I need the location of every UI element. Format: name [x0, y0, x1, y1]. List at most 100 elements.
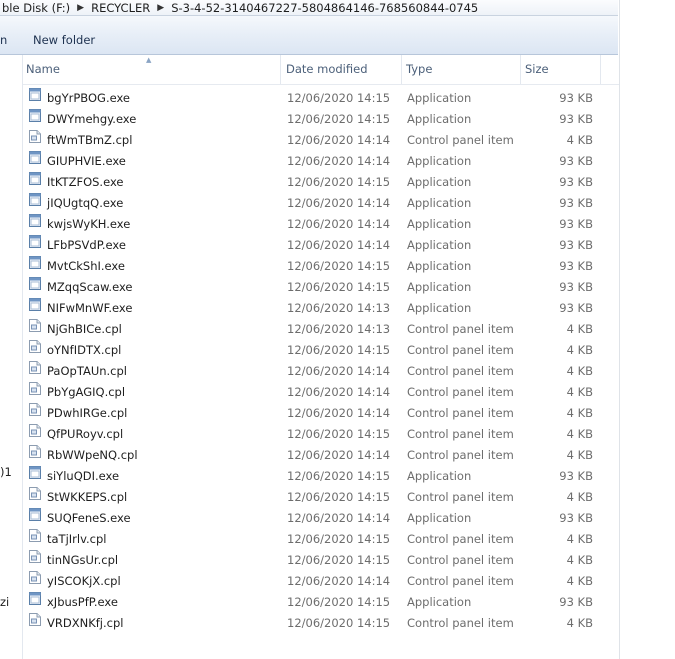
- file-size: 4 KB: [566, 133, 593, 147]
- file-row[interactable]: bgYrPBOG.exe 12/06/2020 14:15 Application 9…: [23, 88, 619, 109]
- file-date-modified: 12/06/2020 14:14: [287, 448, 391, 462]
- file-size: 4 KB: [566, 532, 593, 546]
- file-row[interactable]: MvtCkShI.exe 12/06/2020 14:15 Application 9…: [23, 256, 619, 277]
- exe-icon: [29, 151, 41, 164]
- exe-icon: [29, 508, 41, 521]
- file-type: Control panel item: [407, 364, 514, 378]
- file-date-modified: 12/06/2020 14:14: [287, 406, 391, 420]
- file-row[interactable]: oYNfIDTX.cpl 12/06/2020 14:15 Control pane…: [23, 340, 619, 361]
- file-name[interactable]: siYluQDI.exe: [47, 466, 119, 487]
- file-date-modified: 12/06/2020 14:15: [287, 280, 391, 294]
- column-header-type[interactable]: Type: [403, 55, 521, 84]
- column-header-date[interactable]: Date modified: [283, 55, 402, 84]
- cpl-icon: [29, 487, 41, 500]
- file-date-modified: 12/06/2020 14:13: [287, 301, 391, 315]
- file-name[interactable]: RbWWpeNQ.cpl: [47, 445, 138, 466]
- file-row[interactable]: StWKKEPS.cpl 12/06/2020 14:15 Control pane…: [23, 487, 619, 508]
- file-name[interactable]: taTjIrlv.cpl: [47, 529, 106, 550]
- cpl-icon: [29, 445, 41, 458]
- file-row[interactable]: kwjsWyKH.exe 12/06/2020 14:14 Application 9…: [23, 214, 619, 235]
- file-type: Application: [407, 217, 472, 231]
- file-row[interactable]: DWYmehgy.exe 12/06/2020 14:15 Application 9…: [23, 109, 619, 130]
- file-name[interactable]: VRDXNKfj.cpl: [47, 613, 123, 634]
- file-type: Control panel item: [407, 133, 514, 147]
- breadcrumb-separator-icon[interactable]: ▶: [152, 3, 169, 13]
- file-row[interactable]: VRDXNKfj.cpl 12/06/2020 14:15 Control pane…: [23, 613, 619, 634]
- file-name[interactable]: QfPURoyv.cpl: [47, 424, 123, 445]
- file-date-modified: 12/06/2020 14:14: [287, 574, 391, 588]
- file-row[interactable]: SUQFeneS.exe 12/06/2020 14:14 Application 9…: [23, 508, 619, 529]
- file-name[interactable]: oYNfIDTX.cpl: [47, 340, 121, 361]
- file-name[interactable]: NjGhBICe.cpl: [47, 319, 122, 340]
- file-name[interactable]: bgYrPBOG.exe: [47, 88, 130, 109]
- file-date-modified: 12/06/2020 14:15: [287, 595, 391, 609]
- navigation-pane[interactable]: )1 zi: [0, 55, 23, 659]
- file-name[interactable]: PaOpTAUn.cpl: [47, 361, 127, 382]
- breadcrumb-drive[interactable]: ble Disk (F:): [0, 1, 72, 15]
- file-row[interactable]: siYluQDI.exe 12/06/2020 14:15 Application 9…: [23, 466, 619, 487]
- nav-item-partial[interactable]: zi: [0, 595, 9, 609]
- file-size: 4 KB: [566, 427, 593, 441]
- column-header-name-label: Name: [26, 62, 60, 76]
- file-row[interactable]: yISCOKjX.cpl 12/06/2020 14:14 Control pane…: [23, 571, 619, 592]
- toolbar-item-partial[interactable]: n: [0, 33, 7, 47]
- nav-item-partial[interactable]: )1: [0, 465, 12, 479]
- file-row[interactable]: PaOpTAUn.cpl 12/06/2020 14:14 Control pane…: [23, 361, 619, 382]
- file-name[interactable]: tinNGsUr.cpl: [47, 550, 118, 571]
- file-name[interactable]: kwjsWyKH.exe: [47, 214, 130, 235]
- file-row[interactable]: xJbusPfP.exe 12/06/2020 14:15 Application 9…: [23, 592, 619, 613]
- file-name[interactable]: PDwhIRGe.cpl: [47, 403, 127, 424]
- cpl-icon: [29, 319, 41, 332]
- file-row[interactable]: NIFwMnWF.exe 12/06/2020 14:13 Application 9…: [23, 298, 619, 319]
- file-row[interactable]: RbWWpeNQ.cpl 12/06/2020 14:14 Control pane…: [23, 445, 619, 466]
- file-name[interactable]: SUQFeneS.exe: [47, 508, 131, 529]
- file-name[interactable]: DWYmehgy.exe: [47, 109, 136, 130]
- column-header-name[interactable]: Name: [23, 55, 281, 84]
- file-size: 4 KB: [566, 574, 593, 588]
- file-row[interactable]: ItKTZFOS.exe 12/06/2020 14:15 Application 9…: [23, 172, 619, 193]
- file-name[interactable]: xJbusPfP.exe: [47, 592, 118, 613]
- file-name[interactable]: PbYgAGIQ.cpl: [47, 382, 125, 403]
- file-size: 93 KB: [559, 154, 593, 168]
- file-name[interactable]: MZqqScaw.exe: [47, 277, 132, 298]
- file-size: 93 KB: [559, 595, 593, 609]
- file-row[interactable]: MZqqScaw.exe 12/06/2020 14:15 Application 9…: [23, 277, 619, 298]
- column-header-row: Name ▲ Date modified Type Size: [23, 55, 619, 85]
- file-row[interactable]: GIUPHVIE.exe 12/06/2020 14:14 Application 9…: [23, 151, 619, 172]
- file-type: Application: [407, 196, 472, 210]
- file-name[interactable]: StWKKEPS.cpl: [47, 487, 127, 508]
- file-row[interactable]: PbYgAGIQ.cpl 12/06/2020 14:14 Control pane…: [23, 382, 619, 403]
- file-row[interactable]: ftWmTBmZ.cpl 12/06/2020 14:14 Control pane…: [23, 130, 619, 151]
- file-size: 4 KB: [566, 490, 593, 504]
- file-name[interactable]: yISCOKjX.cpl: [47, 571, 121, 592]
- file-row[interactable]: taTjIrlv.cpl 12/06/2020 14:15 Control pane…: [23, 529, 619, 550]
- file-row[interactable]: NjGhBICe.cpl 12/06/2020 14:13 Control pane…: [23, 319, 619, 340]
- file-name[interactable]: ItKTZFOS.exe: [47, 172, 123, 193]
- breadcrumb-separator-icon[interactable]: ▶: [72, 3, 89, 13]
- file-name[interactable]: ftWmTBmZ.cpl: [47, 130, 132, 151]
- file-type: Application: [407, 280, 472, 294]
- address-bar[interactable]: ble Disk (F:) ▶ RECYCLER ▶ S-3-4-52-3140…: [0, 0, 618, 16]
- file-name[interactable]: NIFwMnWF.exe: [47, 298, 132, 319]
- file-row[interactable]: QfPURoyv.cpl 12/06/2020 14:15 Control pane…: [23, 424, 619, 445]
- file-date-modified: 12/06/2020 14:15: [287, 112, 391, 126]
- cpl-icon: [29, 361, 41, 374]
- file-type: Control panel item: [407, 406, 514, 420]
- file-date-modified: 12/06/2020 14:14: [287, 154, 391, 168]
- breadcrumb-sid-folder[interactable]: S-3-4-52-3140467227-5804864146-768560844…: [169, 1, 480, 15]
- new-folder-button[interactable]: New folder: [33, 33, 95, 47]
- file-row[interactable]: tinNGsUr.cpl 12/06/2020 14:15 Control pane…: [23, 550, 619, 571]
- file-row[interactable]: jIQUgtqQ.exe 12/06/2020 14:14 Application 9…: [23, 193, 619, 214]
- cpl-icon: [29, 340, 41, 353]
- file-size: 93 KB: [559, 511, 593, 525]
- file-type: Control panel item: [407, 385, 514, 399]
- file-type: Control panel item: [407, 532, 514, 546]
- file-row[interactable]: PDwhIRGe.cpl 12/06/2020 14:14 Control pane…: [23, 403, 619, 424]
- file-name[interactable]: MvtCkShI.exe: [47, 256, 125, 277]
- file-name[interactable]: GIUPHVIE.exe: [47, 151, 126, 172]
- file-name[interactable]: LFbPSVdP.exe: [47, 235, 126, 256]
- column-header-size[interactable]: Size: [522, 55, 601, 84]
- breadcrumb-recycler[interactable]: RECYCLER: [89, 1, 152, 15]
- file-name[interactable]: jIQUgtqQ.exe: [47, 193, 123, 214]
- file-row[interactable]: LFbPSVdP.exe 12/06/2020 14:14 Application 9…: [23, 235, 619, 256]
